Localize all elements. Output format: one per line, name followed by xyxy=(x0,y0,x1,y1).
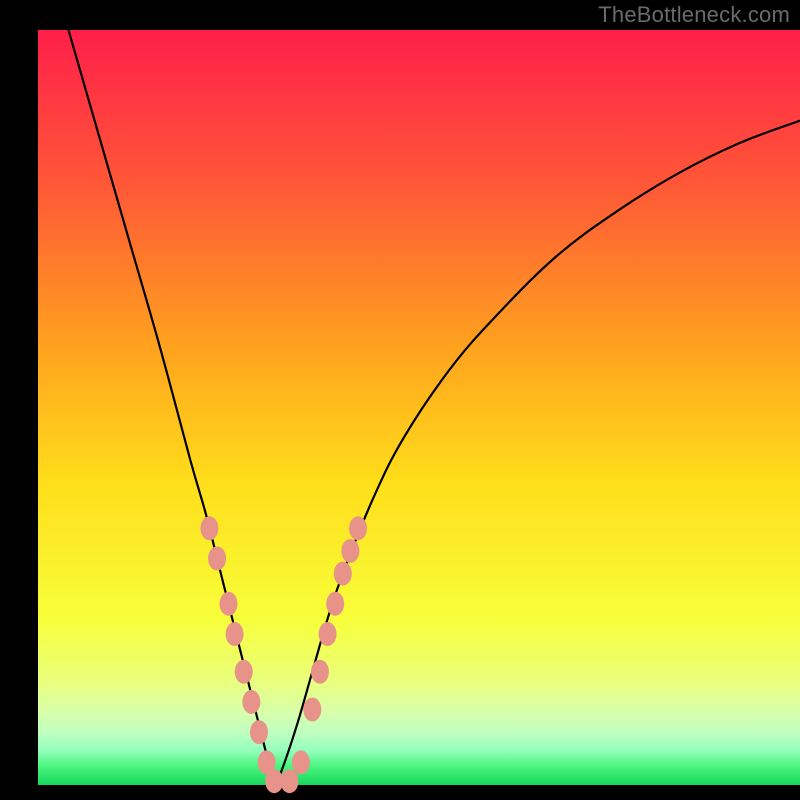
plot-background xyxy=(38,30,800,785)
bottleneck-chart xyxy=(0,0,800,800)
marker-dot xyxy=(280,769,298,793)
marker-dot xyxy=(311,660,329,684)
marker-dot xyxy=(220,592,238,616)
marker-dot xyxy=(235,660,253,684)
marker-dot xyxy=(303,698,321,722)
marker-dot xyxy=(341,539,359,563)
marker-dot xyxy=(250,720,268,744)
marker-dot xyxy=(334,562,352,586)
marker-dot xyxy=(326,592,344,616)
marker-dot xyxy=(292,750,310,774)
chart-frame: TheBottleneck.com xyxy=(0,0,800,800)
marker-dot xyxy=(319,622,337,646)
marker-dot xyxy=(208,547,226,571)
marker-dot xyxy=(226,622,244,646)
marker-dot xyxy=(349,516,367,540)
marker-dot xyxy=(242,690,260,714)
marker-dot xyxy=(200,516,218,540)
